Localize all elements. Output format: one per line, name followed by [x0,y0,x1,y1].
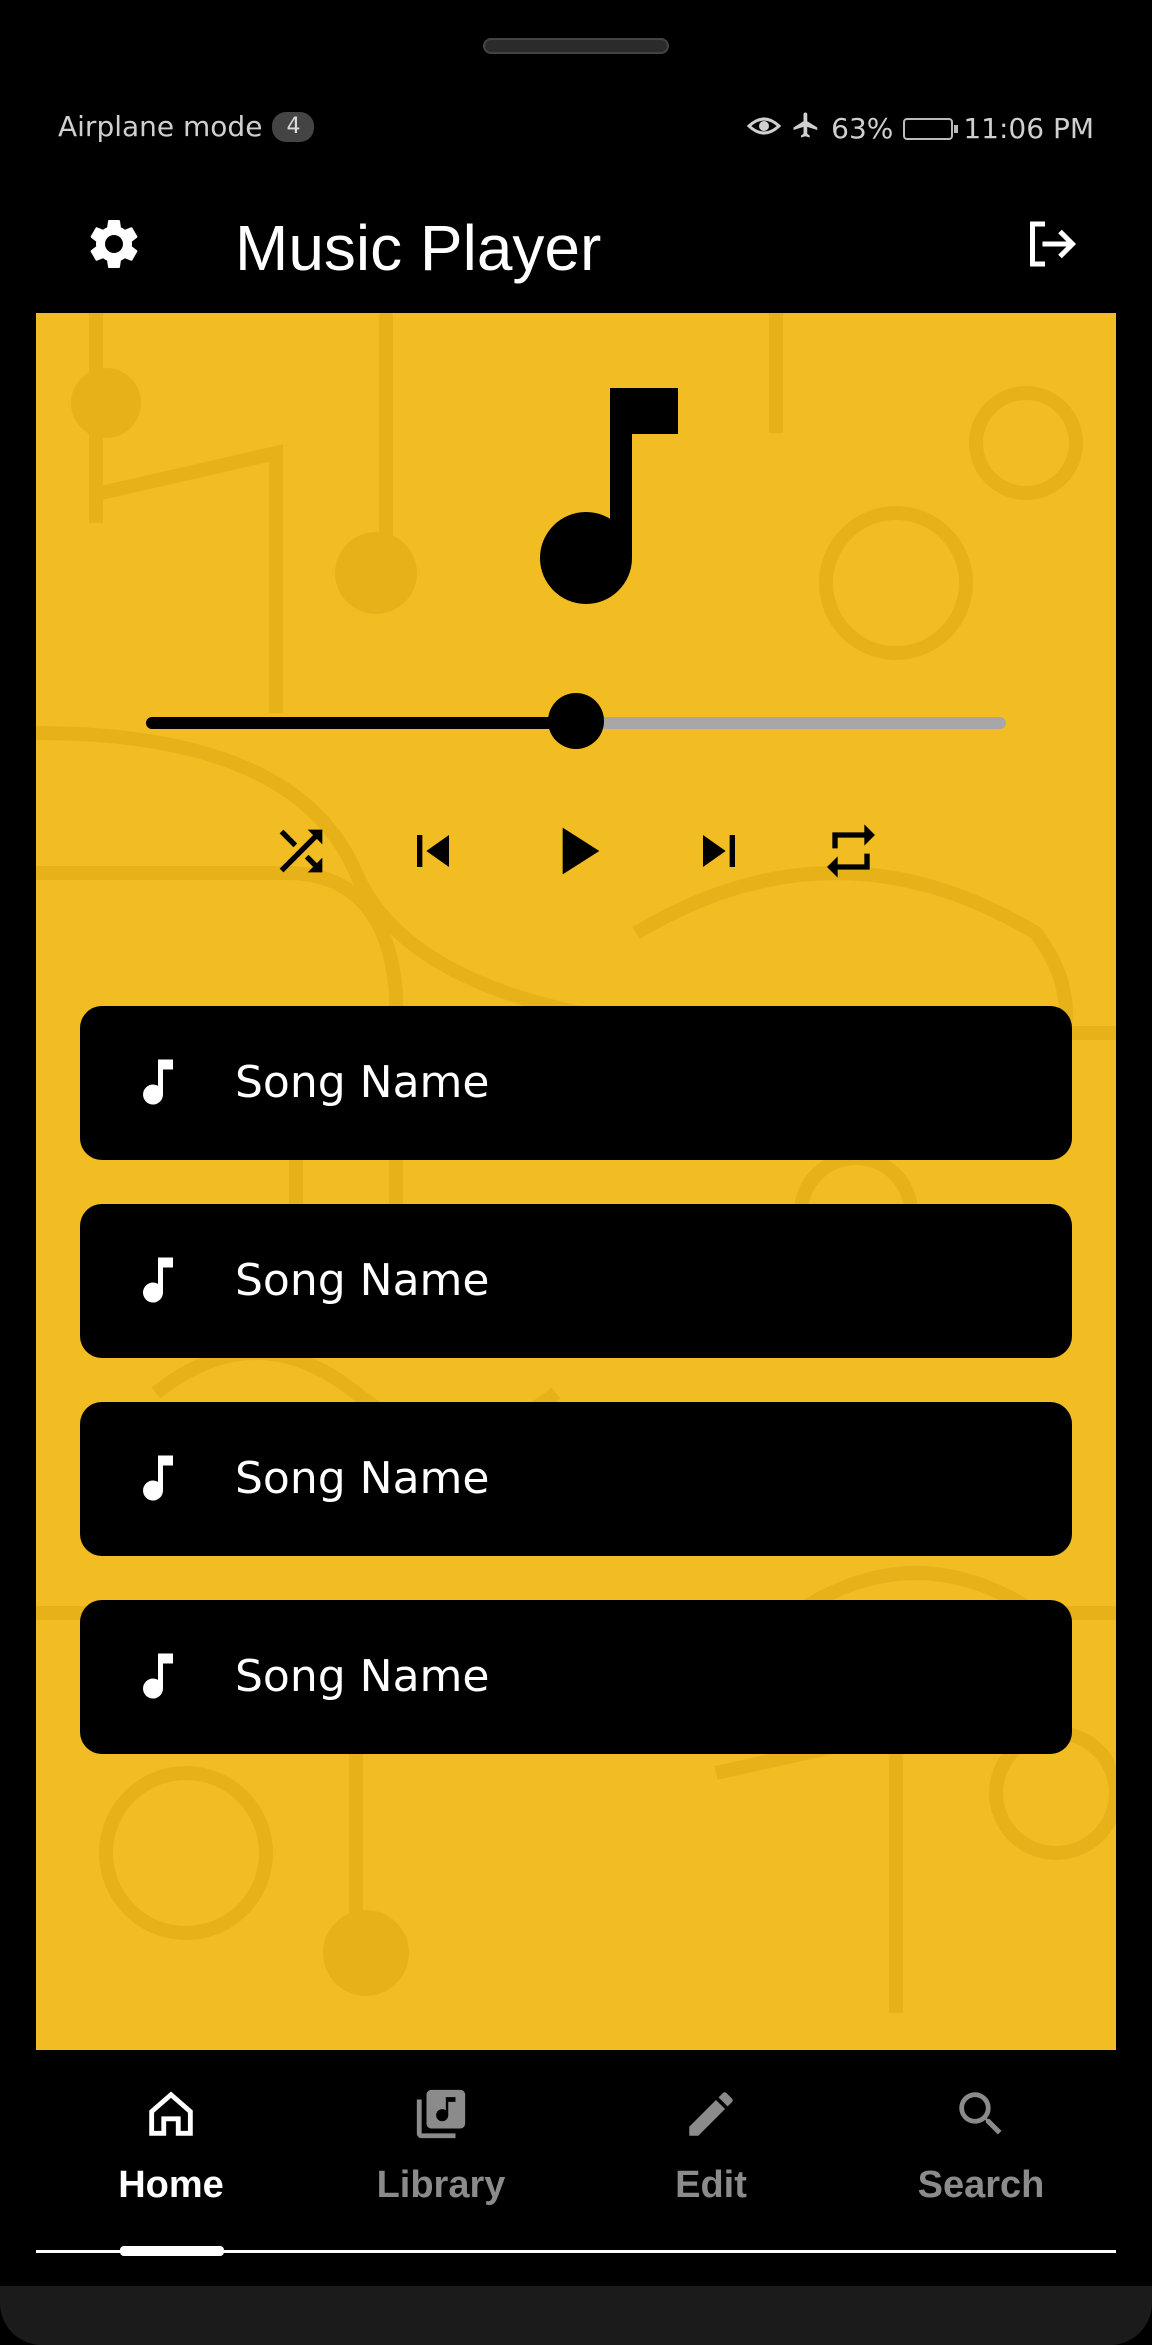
play-icon [536,811,616,896]
nav-edit[interactable]: Edit [576,2070,846,2220]
divider [36,2250,1116,2253]
next-button[interactable] [679,813,759,893]
song-name: Song Name [235,1057,490,1108]
song-item[interactable]: Song Name [80,1402,1072,1556]
logout-icon [1020,214,1080,279]
song-name: Song Name [235,1255,490,1306]
song-item[interactable]: Song Name [80,1006,1072,1160]
airplane-icon [791,110,821,147]
status-left: Airplane mode 4 [58,110,315,143]
song-name: Song Name [235,1453,490,1504]
progress-slider[interactable] [146,693,1006,753]
nav-label-edit: Edit [675,2164,747,2206]
previous-button[interactable] [393,813,473,893]
song-item[interactable]: Song Name [80,1600,1072,1754]
search-icon [949,2082,1013,2146]
status-right: 63% 11:06 PM [746,110,1094,147]
song-name: Song Name [235,1651,490,1702]
eye-icon [746,112,782,145]
slider-track-fill [146,717,576,729]
nav-label-home: Home [118,2164,224,2206]
gear-icon [84,214,144,279]
nav-library[interactable]: Library [306,2070,576,2220]
library-icon [409,2082,473,2146]
battery-percent: 63% [831,112,894,145]
status-bar: Airplane mode 4 63% 11:06 PM [0,100,1152,160]
nav-label-search: Search [917,2164,1045,2206]
play-button[interactable] [536,813,616,893]
skip-previous-icon [401,819,465,888]
song-list: Song Name Song Name Song Name Song Name [80,1006,1072,1798]
edit-icon [679,2082,743,2146]
notification-count-badge: 4 [272,111,315,142]
phone-frame: Airplane mode 4 63% 11:06 PM Music Playe… [0,0,1152,2345]
page-title: Music Player [235,212,602,284]
app-bar: Music Player [0,190,1152,310]
airplane-mode-label: Airplane mode [58,110,263,143]
home-icon [139,2082,203,2146]
settings-button[interactable] [78,210,150,282]
music-note-icon [128,1646,188,1706]
player-panel: Song Name Song Name Song Name Song Name [36,313,1116,2050]
bottom-navigation: Home Library Edit Search [0,2050,1152,2256]
music-note-icon [128,1448,188,1508]
logout-button[interactable] [1014,210,1086,282]
bottom-bezel [0,2286,1152,2345]
music-note-artwork [506,388,706,608]
nav-search[interactable]: Search [846,2070,1116,2220]
battery-icon [903,117,959,140]
playback-controls [36,793,1116,913]
song-item[interactable]: Song Name [80,1204,1072,1358]
shuffle-button[interactable] [261,813,341,893]
skip-next-icon [687,819,751,888]
shuffle-icon [269,819,333,888]
slider-thumb[interactable] [548,693,604,749]
music-note-icon [128,1250,188,1310]
music-note-icon [128,1052,188,1112]
speaker-grille [483,38,669,54]
repeat-button[interactable] [811,813,891,893]
repeat-icon [819,819,883,888]
nav-label-library: Library [376,2164,506,2206]
nav-home[interactable]: Home [36,2070,306,2220]
clock: 11:06 PM [963,112,1094,145]
